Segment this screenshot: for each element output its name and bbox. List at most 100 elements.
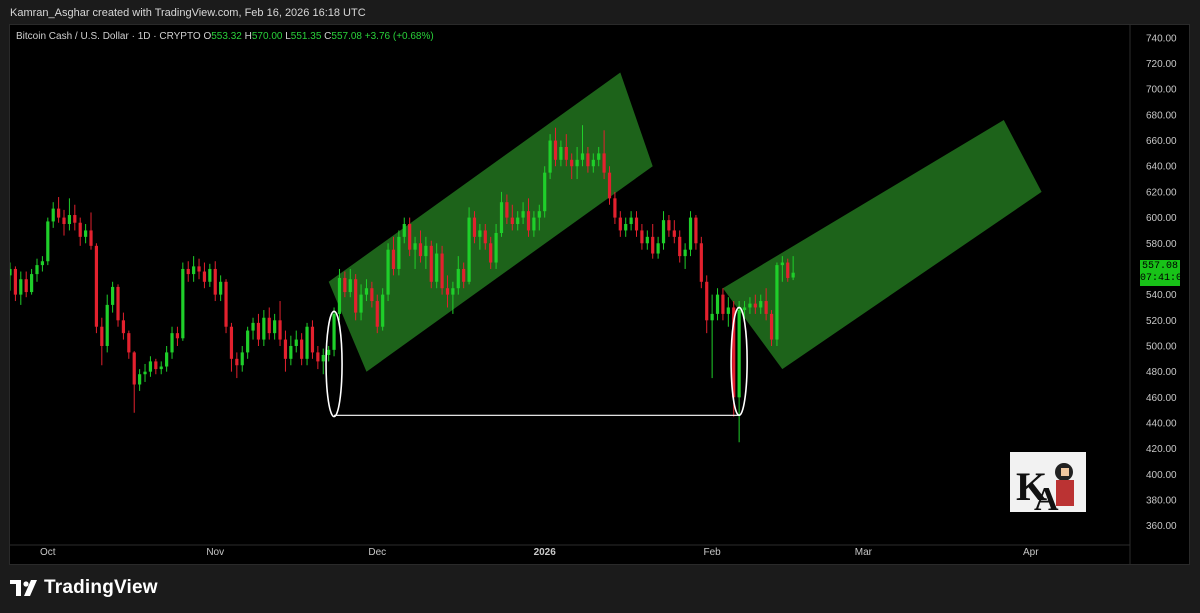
- candle-body: [186, 268, 190, 275]
- candle-body: [748, 303, 752, 308]
- legend-low: L551.35: [285, 31, 322, 42]
- candle-body: [564, 146, 568, 160]
- candle-body: [192, 266, 196, 275]
- watermark-art: K A: [1016, 463, 1074, 518]
- candle-body: [408, 224, 412, 250]
- candle-body: [737, 310, 741, 398]
- legend-close: C557.08: [324, 31, 362, 42]
- candle-body: [13, 268, 18, 295]
- candle-body: [472, 217, 477, 237]
- candle-body: [591, 159, 595, 167]
- x-tick-label: Mar: [855, 547, 873, 558]
- candle-body: [721, 294, 725, 314]
- candle-body: [645, 236, 649, 244]
- candle-body: [424, 245, 428, 257]
- candle-body: [597, 153, 601, 160]
- candle-body: [127, 333, 131, 353]
- candle-body: [775, 265, 779, 340]
- candle-body: [543, 172, 547, 212]
- candle-body: [759, 301, 763, 308]
- candle-body: [181, 268, 185, 339]
- candle-body: [251, 322, 255, 331]
- candle-body: [235, 358, 239, 366]
- legend-open-value: 553.32: [211, 31, 242, 42]
- candle-body: [46, 221, 50, 262]
- candle-body: [121, 320, 126, 334]
- candle-body: [10, 268, 12, 276]
- tradingview-brand[interactable]: TradingView: [10, 577, 158, 599]
- last-price-badge: 557.08 07:41:04: [1140, 260, 1188, 286]
- y-tick-label: 660.00: [1146, 136, 1177, 147]
- legend-high: H570.00: [244, 31, 283, 42]
- candle-body: [229, 326, 234, 359]
- candle-body: [656, 243, 660, 254]
- legend-open: O553.32: [203, 31, 242, 42]
- candle-body: [607, 172, 612, 199]
- candle-body: [418, 243, 423, 257]
- candle-body: [19, 279, 23, 295]
- candle-body: [440, 253, 444, 289]
- legend-change: +3.76 (+0.68%): [364, 31, 434, 42]
- candle-body: [553, 140, 558, 160]
- candle-body: [451, 288, 455, 295]
- candle-body: [327, 349, 331, 355]
- candle-body: [613, 198, 617, 218]
- y-tick-label: 400.00: [1146, 470, 1177, 481]
- author-caption: Kamran_Asghar created with TradingView.c…: [10, 7, 366, 19]
- candle-body: [499, 202, 504, 233]
- candle-body: [559, 146, 563, 160]
- candle-body: [262, 317, 266, 340]
- candle-body: [273, 320, 277, 334]
- candle-body: [694, 217, 698, 244]
- tradingview-logo-icon: [10, 580, 38, 596]
- tradingview-wordmark: TradingView: [44, 577, 158, 598]
- candle-body: [138, 374, 142, 385]
- candle-body: [24, 279, 28, 293]
- candle-body: [165, 352, 169, 367]
- candle-body: [478, 230, 482, 237]
- candle-body: [429, 245, 433, 282]
- candle-body: [570, 159, 574, 167]
- candle-body: [769, 313, 774, 340]
- candle-body: [30, 274, 34, 293]
- candle-body: [289, 345, 293, 359]
- y-tick-label: 500.00: [1146, 341, 1177, 352]
- candle-body: [516, 217, 520, 225]
- candle-body: [505, 202, 509, 218]
- candle-body: [170, 333, 174, 353]
- candle-body: [300, 339, 304, 359]
- candle-body: [62, 217, 66, 225]
- candle-body: [726, 307, 730, 314]
- candle-body: [321, 354, 325, 362]
- candle-body: [332, 313, 336, 350]
- candle-body: [224, 281, 228, 327]
- y-tick-label: 440.00: [1146, 419, 1177, 430]
- candle-body: [580, 153, 585, 160]
- candle-body: [370, 288, 374, 302]
- candle-body: [651, 236, 655, 254]
- candle-body: [267, 317, 271, 334]
- candle-body: [57, 208, 61, 218]
- svg-text:A: A: [1034, 481, 1059, 512]
- candle-body: [634, 217, 639, 231]
- candle-body: [510, 217, 514, 225]
- chart-pane[interactable]: 740.00 720.00 700.00 680.00 660.00 640.00 620.…: [9, 24, 1190, 565]
- candle-body: [202, 271, 207, 282]
- legend-symbol: Bitcoin Cash / U.S. Dollar · 1D · CRYPTO: [16, 31, 201, 42]
- candle-body: [456, 268, 460, 289]
- y-tick-label: 620.00: [1146, 187, 1177, 198]
- y-tick-label: 480.00: [1146, 367, 1177, 378]
- candle-body: [683, 249, 687, 257]
- candle-body: [575, 159, 579, 167]
- candle-body: [213, 268, 217, 295]
- author-watermark-logo: K A: [1010, 452, 1086, 518]
- candle-body: [672, 230, 676, 237]
- candle-body: [51, 208, 55, 222]
- legend-close-value: 557.08: [331, 31, 362, 42]
- candle-body: [780, 262, 784, 266]
- candle-body: [78, 222, 82, 237]
- candle-body: [548, 140, 552, 173]
- candle-body: [40, 261, 45, 266]
- y-tick-label: 520.00: [1146, 316, 1177, 327]
- candle-body: [715, 294, 720, 314]
